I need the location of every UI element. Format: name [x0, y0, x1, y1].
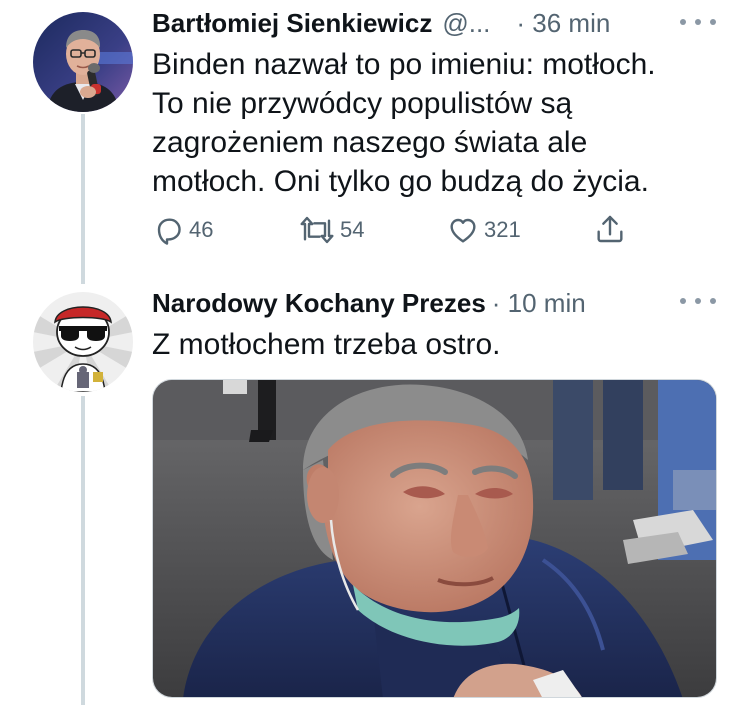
retweet-button[interactable]: 54	[298, 214, 364, 246]
more-icon[interactable]	[680, 296, 716, 306]
author-handle[interactable]: @...	[442, 8, 490, 39]
reply-icon	[157, 218, 181, 245]
retweet-count: 54	[340, 217, 365, 242]
tweet-header: Bartłomiej Sienkiewicz @... · 36 min	[152, 8, 610, 39]
thread-line-upper	[81, 114, 85, 284]
retweet-icon	[300, 216, 334, 244]
share-button[interactable]	[594, 212, 626, 246]
thread-line-lower	[81, 396, 85, 705]
author-name[interactable]: Narodowy Kochany Prezes	[152, 288, 486, 319]
tweet-text: Z motłochem trzeba ostro.	[152, 328, 501, 361]
share-icon	[597, 215, 623, 243]
like-icon	[450, 218, 476, 243]
like-button[interactable]: 321	[446, 214, 521, 246]
tweet-time[interactable]: · 10 min	[492, 288, 586, 319]
avatar[interactable]	[33, 292, 133, 392]
reply-count: 46	[189, 217, 214, 242]
tweet-photo[interactable]	[152, 379, 717, 698]
avatar[interactable]	[33, 12, 133, 112]
tweet-text: Binden nazwał to po imieniu: motłoch. To…	[152, 48, 656, 198]
like-count: 321	[484, 217, 521, 242]
author-name[interactable]: Bartłomiej Sienkiewicz	[152, 8, 432, 39]
tweet-time[interactable]: · 36 min	[516, 8, 610, 39]
more-icon[interactable]	[680, 17, 716, 27]
tweet-header: Narodowy Kochany Prezes · 10 min	[152, 288, 586, 319]
reply-button[interactable]: 46	[153, 214, 213, 246]
